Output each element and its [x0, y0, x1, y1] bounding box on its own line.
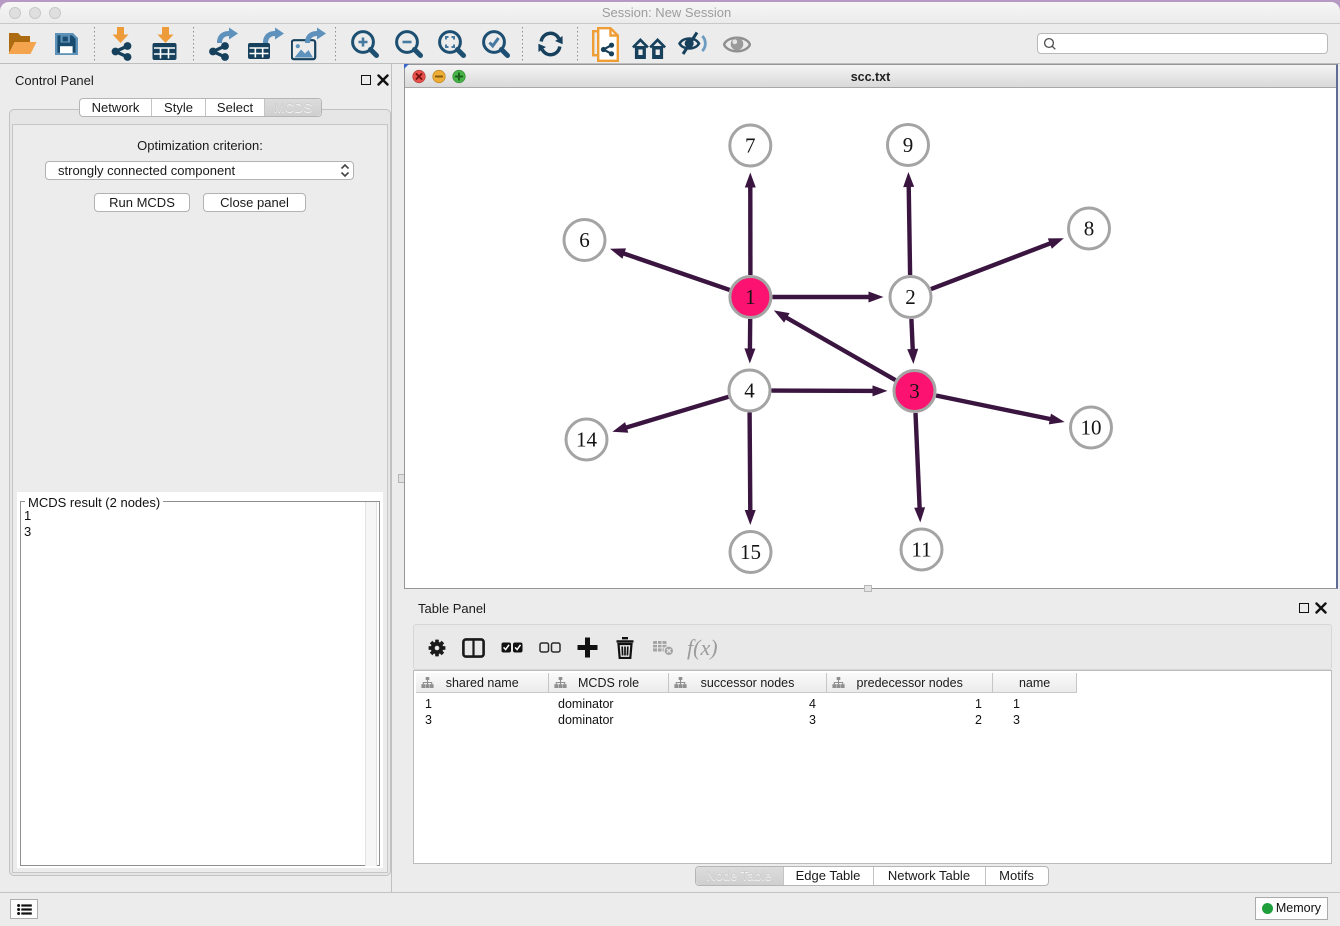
- svg-text:3: 3: [909, 379, 920, 403]
- svg-text:10: 10: [1081, 416, 1102, 440]
- svg-text:4: 4: [744, 379, 755, 403]
- svg-text:2: 2: [905, 285, 916, 309]
- svg-text:11: 11: [911, 538, 931, 562]
- svg-text:7: 7: [745, 134, 756, 158]
- svg-text:9: 9: [903, 133, 914, 157]
- svg-text:8: 8: [1084, 217, 1095, 241]
- svg-text:14: 14: [576, 428, 598, 452]
- svg-text:15: 15: [740, 540, 761, 564]
- svg-text:6: 6: [579, 228, 590, 252]
- svg-text:1: 1: [745, 285, 756, 309]
